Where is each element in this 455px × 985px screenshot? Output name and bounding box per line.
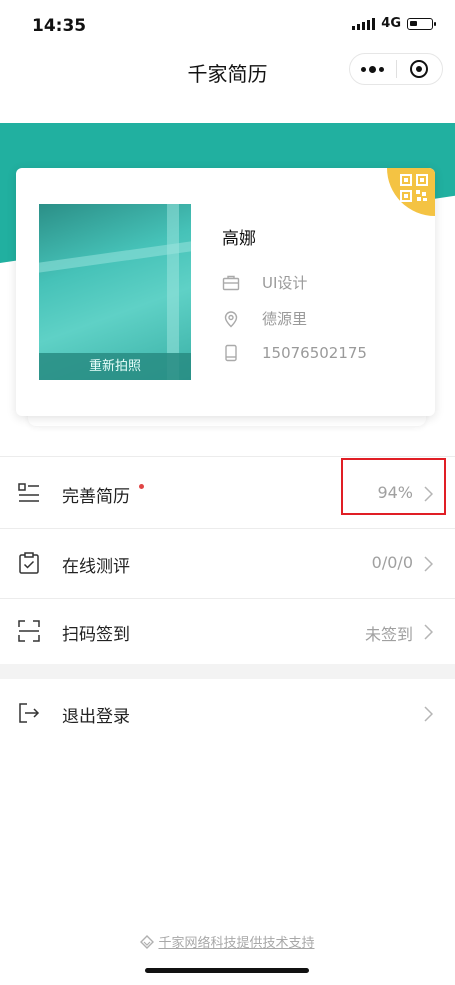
battery-icon <box>407 17 436 30</box>
qr-code-badge[interactable] <box>387 168 435 216</box>
position-row: UI设计 <box>222 272 307 293</box>
menu-item-label: 退出登录 <box>62 707 130 727</box>
position-text: UI设计 <box>262 274 308 292</box>
clipboard-check-icon <box>19 552 39 574</box>
divider <box>0 528 455 529</box>
divider <box>0 456 455 457</box>
footer-text[interactable]: 千家网络科技提供技术支持 <box>158 936 314 951</box>
menu-item-scan-checkin[interactable]: 扫码签到 未签到 <box>0 598 455 666</box>
assessment-value: 0/0/0 <box>371 553 413 572</box>
menu-item-label: 完善简历 <box>62 487 130 507</box>
resume-list-icon <box>18 483 39 502</box>
phone-row: 15076502175 <box>222 344 367 362</box>
notification-dot <box>139 484 144 489</box>
company-logo-icon <box>140 935 155 949</box>
navigation-bar: 千家简历 <box>0 50 455 94</box>
retake-photo-button[interactable]: 重新拍照 <box>39 353 191 380</box>
logout-icon <box>19 703 40 723</box>
location-row: 德源里 <box>222 308 307 329</box>
chevron-right-icon <box>424 556 433 572</box>
network-type: 4G <box>381 16 401 31</box>
phone-text: 15076502175 <box>262 344 367 362</box>
profile-name: 高娜 <box>222 229 256 249</box>
menu-item-logout[interactable]: 退出登录 <box>0 680 455 748</box>
location-pin-icon <box>224 310 238 327</box>
profile-card: 重新拍照 高娜 UI设计 德源里 15076502175 <box>16 168 435 416</box>
status-bar: 14:35 4G <box>0 0 455 50</box>
signal-icon <box>352 17 376 30</box>
more-icon[interactable] <box>350 65 396 73</box>
chevron-right-icon <box>424 706 433 722</box>
status-indicators: 4G <box>352 16 436 31</box>
footer: 千家网络科技提供技术支持 <box>0 932 455 951</box>
home-indicator <box>145 968 309 973</box>
menu-item-label: 扫码签到 <box>62 625 130 645</box>
qr-code-icon <box>400 174 428 202</box>
section-gap <box>0 664 455 679</box>
menu-item-label: 在线测评 <box>62 557 130 577</box>
briefcase-icon <box>222 275 240 290</box>
highlight-box <box>341 458 446 515</box>
menu-item-online-assessment[interactable]: 在线测评 0/0/0 <box>0 530 455 598</box>
phone-icon <box>225 344 237 362</box>
location-text: 德源里 <box>262 310 308 328</box>
scan-icon <box>18 620 40 642</box>
miniprogram-capsule <box>349 53 443 85</box>
profile-photo[interactable]: 重新拍照 <box>39 204 191 380</box>
checkin-status-value: 未签到 <box>364 625 413 644</box>
status-time: 14:35 <box>32 16 87 36</box>
chevron-right-icon <box>424 624 433 640</box>
close-icon[interactable] <box>396 60 442 78</box>
